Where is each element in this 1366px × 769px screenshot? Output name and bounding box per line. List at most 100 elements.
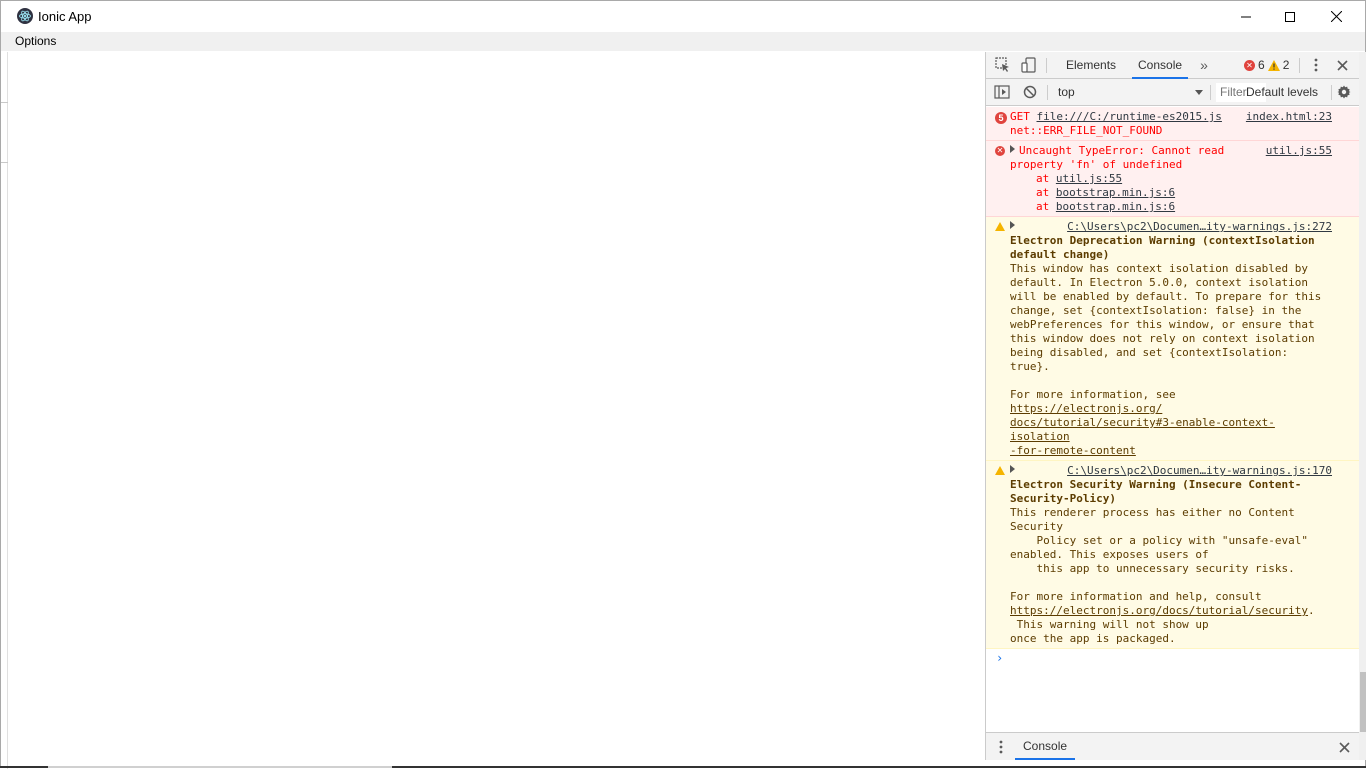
message-text: property 'fn' of undefined — [1010, 158, 1183, 171]
warning-body-line: this app to unnecessary security risks. — [1010, 562, 1295, 575]
console-messages: 5 GET file:///C:/runtime-es2015.js net::… — [986, 107, 1360, 732]
expand-arrow-icon[interactable] — [1010, 221, 1015, 229]
warning-body-line: change, set {contextIsolation: false} in… — [1010, 304, 1302, 317]
error-count: 6 — [1258, 58, 1265, 72]
docs-link[interactable]: https://electronjs.org/docs/tutorial/sec… — [1010, 604, 1308, 617]
tab-console[interactable]: Console — [1132, 52, 1189, 79]
toolbar-separator — [1210, 85, 1211, 100]
toolbar-separator — [1299, 58, 1300, 73]
tab-elements[interactable]: Elements — [1060, 52, 1122, 78]
log-levels-dropdown[interactable]: Default levels — [1246, 83, 1318, 102]
kebab-menu-icon[interactable] — [1308, 57, 1324, 73]
prompt-chevron-icon: › — [996, 651, 1004, 665]
warning-body-line: Security — [1010, 520, 1063, 533]
warning-body-line: default. In Electron 5.0.0, context isol… — [1010, 276, 1309, 289]
maximize-icon — [1285, 11, 1295, 22]
docs-link[interactable]: https://electronjs.org/ — [1010, 402, 1162, 415]
toolbar-separator — [1047, 85, 1048, 100]
warning-body-line: will be enabled by default. To prepare f… — [1010, 290, 1322, 303]
stack-at: at — [1036, 200, 1050, 213]
electron-app-icon — [17, 8, 33, 24]
warning-title: Electron Deprecation Warning (contextIso… — [1010, 234, 1315, 247]
console-prompt[interactable]: › — [986, 649, 1360, 667]
app-content[interactable] — [8, 52, 985, 760]
repeat-count-badge: 5 — [995, 112, 1007, 124]
stack-link[interactable]: util.js:55 — [1056, 172, 1122, 185]
menu-bar: Options — [1, 32, 1365, 51]
error-icon: ✕ — [995, 146, 1005, 156]
warning-body-line: This window has context isolation disabl… — [1010, 262, 1309, 275]
console-warning-message[interactable]: C:\Users\pc2\Documen…ity-warnings.js:272… — [986, 217, 1360, 461]
stack-link[interactable]: bootstrap.min.js:6 — [1056, 200, 1175, 213]
warning-tail: once the app is packaged. — [1010, 632, 1176, 645]
window-scrollbar[interactable] — [1359, 52, 1366, 760]
sidebar-toggle-icon[interactable] — [993, 84, 1010, 100]
warning-body-line: enabled. This exposes users of — [1010, 548, 1209, 561]
drawer-menu-icon[interactable] — [995, 739, 1007, 755]
window-title: Ionic App — [38, 9, 92, 24]
close-icon — [1330, 11, 1342, 22]
device-toolbar-icon[interactable] — [1020, 57, 1038, 73]
resource-link[interactable]: file:///C:/runtime-es2015.js — [1037, 110, 1222, 123]
console-toolbar: top Filter Default levels — [986, 79, 1360, 106]
warning-body-line: Policy set or a policy with "unsafe-eval… — [1010, 534, 1309, 547]
close-devtools-icon[interactable] — [1334, 57, 1350, 73]
warning-count: 2 — [1282, 58, 1290, 72]
inspect-element-icon[interactable] — [994, 57, 1012, 73]
console-error-message[interactable]: ✕ Uncaught TypeError: Cannot read proper… — [986, 141, 1360, 217]
close-drawer-icon[interactable] — [1336, 739, 1352, 755]
message-text: GET — [1010, 110, 1037, 123]
chevron-down-icon — [1195, 90, 1203, 95]
maximize-button[interactable] — [1267, 1, 1313, 32]
source-link[interactable]: C:\Users\pc2\Documen…ity-warnings.js:170 — [1067, 464, 1332, 478]
source-link[interactable]: util.js:55 — [1266, 144, 1332, 158]
minimize-icon — [1241, 16, 1251, 17]
devtools-panel: Elements Console » ✕ 6 2 top Filter Defa… — [985, 52, 1360, 760]
devtools-tabbar: Elements Console » ✕ 6 2 — [986, 52, 1360, 79]
warning-title: default change) — [1010, 248, 1110, 261]
more-tabs-icon[interactable]: » — [1196, 56, 1212, 74]
stack-at: at — [1036, 186, 1050, 199]
warning-tail: This warning will not show up — [1010, 618, 1209, 631]
title-bar[interactable]: Ionic App — [1, 1, 1365, 32]
warning-title: Security-Policy) — [1010, 492, 1116, 505]
warning-body-line: this window does not rely on context iso… — [1010, 332, 1315, 345]
warning-body-line: webPreferences for this window, or ensur… — [1010, 318, 1315, 331]
console-warning-message[interactable]: C:\Users\pc2\Documen…ity-warnings.js:170… — [986, 461, 1360, 649]
message-text: Uncaught TypeError: Cannot read — [1019, 144, 1225, 157]
warning-body-line: being disabled, and set {contextIsolatio… — [1010, 346, 1289, 373]
source-link[interactable]: index.html:23 — [1246, 110, 1332, 124]
docs-link[interactable]: -for-remote-content — [1010, 444, 1334, 458]
scrollbar-thumb[interactable] — [1360, 672, 1366, 732]
left-edge — [1, 52, 8, 769]
stack-at: at — [1036, 172, 1050, 185]
drawer-tab-console[interactable]: Console — [1015, 733, 1076, 760]
warning-body-line: This renderer process has either no Cont… — [1010, 506, 1295, 519]
minimize-button[interactable] — [1223, 1, 1269, 32]
toolbar-separator — [1046, 58, 1047, 73]
app-window: Ionic App Options Elements Console » ✕ 6… — [0, 0, 1366, 769]
context-selector[interactable]: top — [1053, 83, 1203, 102]
expand-arrow-icon[interactable] — [1010, 145, 1015, 153]
devtools-drawer: Console — [986, 732, 1360, 760]
console-error-message[interactable]: 5 GET file:///C:/runtime-es2015.js net::… — [986, 107, 1360, 141]
stack-link[interactable]: bootstrap.min.js:6 — [1056, 186, 1175, 199]
docs-link[interactable]: docs/tutorial/security#3-enable-context-… — [1010, 416, 1334, 444]
warning-icon — [995, 466, 1005, 475]
message-text: net::ERR_FILE_NOT_FOUND — [1010, 124, 1163, 137]
toolbar-separator — [1331, 85, 1332, 100]
clear-console-icon[interactable] — [1022, 84, 1038, 100]
more-info-text: For more information and help, consult — [1010, 590, 1262, 603]
error-count-icon: ✕ — [1244, 59, 1255, 71]
warning-count-icon — [1267, 59, 1280, 71]
settings-gear-icon[interactable] — [1336, 84, 1352, 100]
issue-counts[interactable]: ✕ 6 2 — [1244, 58, 1289, 72]
close-window-button[interactable] — [1313, 1, 1359, 32]
expand-arrow-icon[interactable] — [1010, 465, 1015, 473]
menu-options[interactable]: Options — [14, 34, 57, 48]
punctuation: . — [1308, 604, 1315, 617]
more-info-text: For more information, see — [1010, 388, 1176, 401]
context-value: top — [1058, 85, 1075, 99]
warning-icon — [995, 222, 1005, 231]
source-link[interactable]: C:\Users\pc2\Documen…ity-warnings.js:272 — [1067, 220, 1332, 234]
